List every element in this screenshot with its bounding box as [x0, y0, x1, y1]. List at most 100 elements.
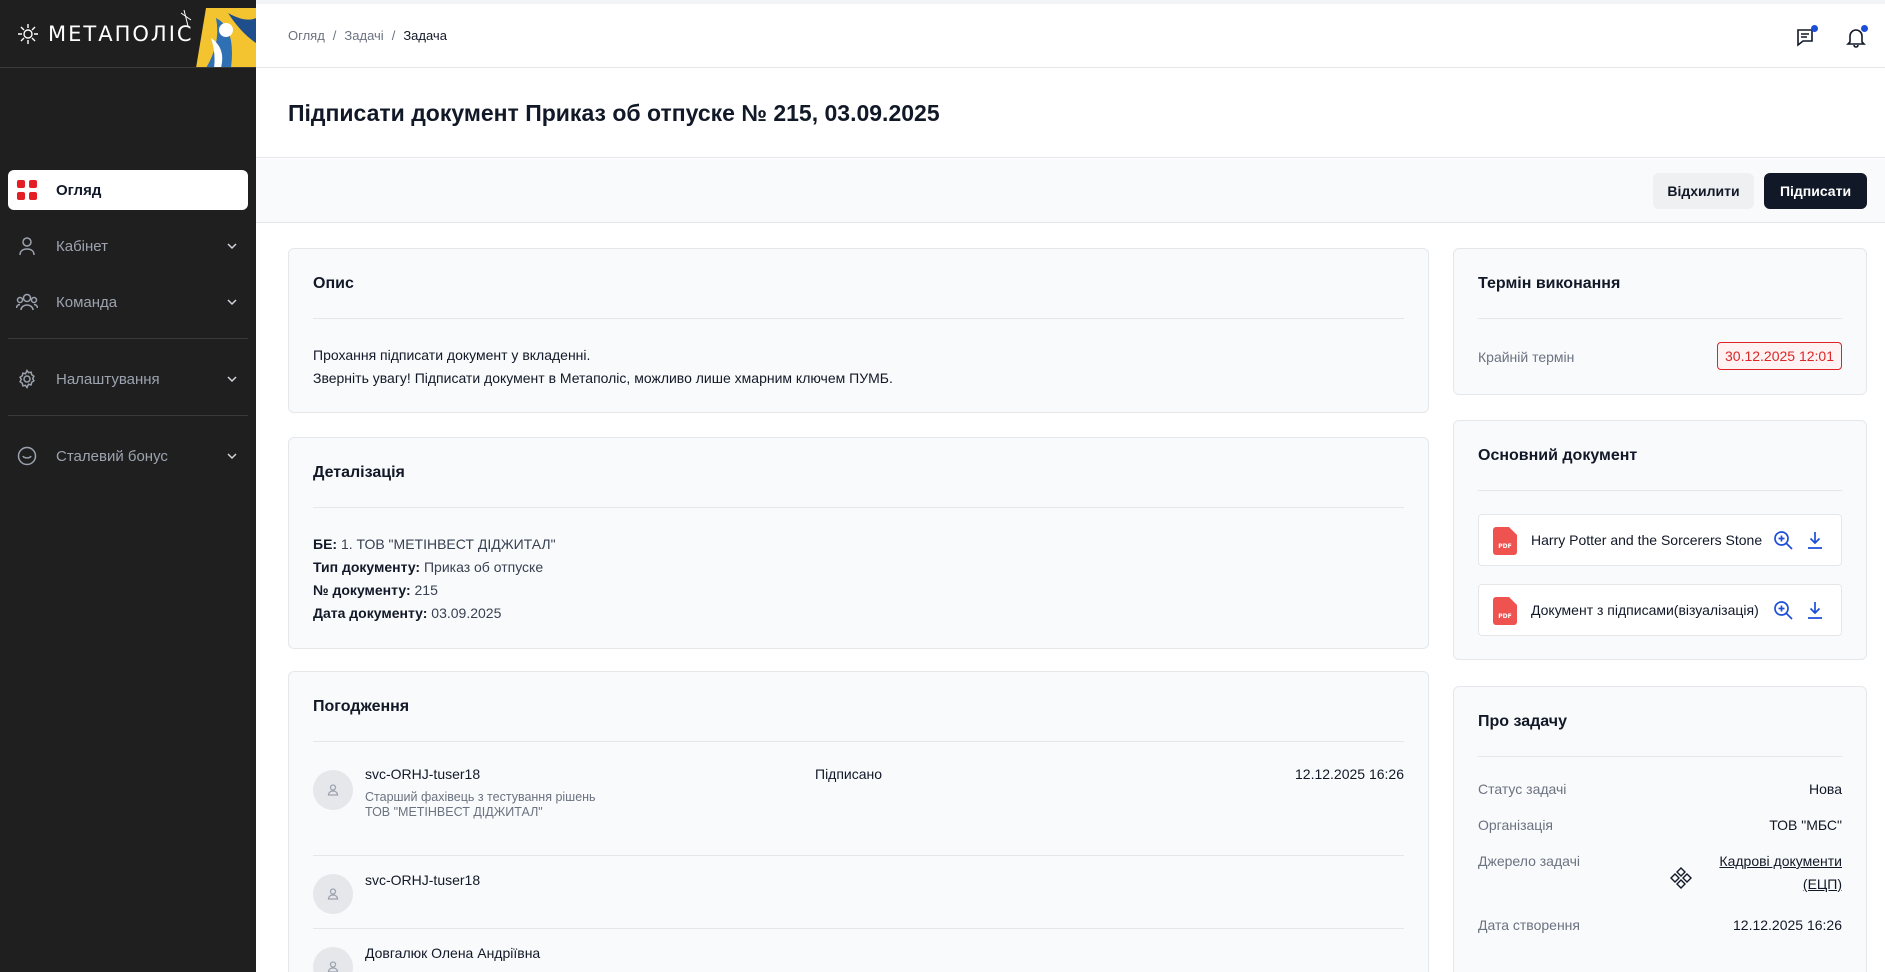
breadcrumb-item-tasks[interactable]: Задачі — [344, 28, 383, 43]
zoom-in-icon[interactable] — [1773, 530, 1793, 550]
main-content: Опис Прохання підписати документ у вклад… — [256, 224, 1885, 972]
description-text: Прохання підписати документ у вкладенні.… — [313, 344, 893, 390]
logo-text: МЕТАПОЛІС — [48, 22, 194, 46]
chevron-down-icon — [227, 243, 237, 250]
notification-dot — [1861, 25, 1868, 32]
nav-divider — [8, 338, 248, 339]
detail-row: Тип документу: Приказ об отпуске — [313, 556, 556, 579]
approver-org: ТОВ "МЕТІНВЕСТ ДІДЖИТАЛ" — [365, 805, 543, 819]
svg-text:PDF: PDF — [1498, 613, 1511, 620]
sidebar-item-label: Налаштування — [56, 370, 160, 388]
sidebar-item-team[interactable]: Команда — [8, 282, 248, 322]
users-icon — [16, 291, 38, 313]
detail-value: 1. ТОВ "МЕТІНВЕСТ ДІДЖИТАЛ" — [340, 536, 556, 552]
logo[interactable]: МЕТАПОЛІС — [16, 22, 194, 46]
sidebar-item-label: Сталевий бонус — [56, 447, 168, 465]
chevron-down-icon — [227, 453, 237, 460]
approval-row: svc-ORHJ-tuser18 Старший фахівець з тест… — [313, 766, 1404, 856]
source-link[interactable]: Кадрові документи (ЕЦП) — [1719, 850, 1842, 896]
sidebar-item-cabinet[interactable]: Кабінет — [8, 226, 248, 266]
main-document-card: Основний документ PDF Harry Potter and t… — [1453, 420, 1867, 660]
sidebar-item-label: Огляд — [56, 181, 102, 199]
approval-row: Довгалюк Олена Андріївна — [313, 929, 1404, 972]
notifications-button[interactable] — [1845, 25, 1868, 48]
divider — [1478, 490, 1842, 491]
approvals-card: Погодження svc-ORHJ-tuser18 Старший фахі… — [288, 671, 1429, 972]
approver-position: Старший фахівець з тестування рішень ТОВ… — [365, 790, 596, 820]
approval-date: 12.12.2025 16:26 — [1295, 766, 1404, 782]
logo-mark-icon — [18, 24, 38, 44]
divider — [313, 507, 1404, 508]
bonus-icon — [16, 445, 38, 467]
page-title: Підписати документ Приказ об отпуске № 2… — [288, 100, 940, 126]
download-icon[interactable] — [1805, 530, 1825, 550]
organization-value: ТОВ "МБС" — [1769, 817, 1842, 833]
card-title: Деталізація — [313, 464, 405, 481]
card-title: Термін виконання — [1478, 275, 1621, 292]
sidebar-item-label: Команда — [56, 293, 118, 311]
sidebar-nav: Огляд Кабінет Команда Налаштування Стале… — [0, 170, 256, 492]
reject-button[interactable]: Відхилити — [1653, 173, 1754, 209]
source-link-line: (ЕЦП) — [1802, 876, 1842, 892]
top-icons — [1795, 25, 1868, 48]
zoom-in-icon[interactable] — [1773, 600, 1793, 620]
source-app-icon — [1670, 867, 1692, 889]
detail-value: Приказ об отпуске — [423, 559, 544, 575]
pdf-icon: PDF — [1493, 597, 1517, 625]
approval-row: svc-ORHJ-tuser18 — [313, 856, 1404, 929]
divider — [313, 318, 1404, 319]
detail-row: № документу: 215 — [313, 579, 556, 602]
grid-icon — [16, 179, 38, 201]
topbar: Огляд / Задачі / Задача — [256, 0, 1885, 68]
user-placeholder-icon — [327, 784, 339, 796]
card-title: Погодження — [313, 698, 410, 715]
divider — [313, 741, 1404, 742]
detail-label: № документу: — [313, 582, 411, 598]
sign-button[interactable]: Підписати — [1764, 173, 1867, 209]
details-card: Деталізація БЕ: 1. ТОВ "МЕТІНВЕСТ ДІДЖИТ… — [288, 437, 1429, 649]
svg-text:PDF: PDF — [1498, 543, 1511, 550]
messages-button[interactable] — [1795, 25, 1818, 48]
approver-name: svc-ORHJ-tuser18 — [365, 872, 481, 888]
approver-name: svc-ORHJ-tuser18 — [365, 766, 481, 782]
description-line: Зверніть увагу! Підписати документ в Мет… — [313, 370, 893, 386]
avatar — [313, 770, 353, 810]
deadline-card: Термін виконання Крайній термін 30.12.20… — [1453, 248, 1867, 395]
user-icon — [16, 235, 38, 257]
created-value: 12.12.2025 16:26 — [1733, 917, 1842, 933]
sidebar-header: МЕТАПОЛІС — [0, 0, 256, 68]
nav-divider — [8, 415, 248, 416]
breadcrumb-item-current: Задача — [403, 28, 447, 43]
download-icon[interactable] — [1805, 600, 1825, 620]
detail-label: Дата документу: — [313, 605, 428, 621]
sidebar-item-overview[interactable]: Огляд — [8, 170, 248, 210]
breadcrumb: Огляд / Задачі / Задача — [288, 28, 447, 43]
notification-dot — [1811, 25, 1818, 32]
document-name[interactable]: Документ з підписами(візуалізація) — [1531, 602, 1763, 618]
document-name[interactable]: Harry Potter and the Sorcerers Stone — [1531, 532, 1763, 548]
chevron-down-icon — [227, 376, 237, 383]
divider — [1478, 318, 1842, 319]
detail-value: 03.09.2025 — [431, 605, 502, 621]
organization-label: Організація — [1478, 817, 1554, 833]
actions-bar: Відхилити Підписати — [256, 159, 1885, 223]
document-item[interactable]: PDF Документ з підписами(візуалізація) — [1478, 584, 1842, 636]
approver-name: Довгалюк Олена Андріївна — [365, 945, 541, 961]
ukraine-art-icon — [180, 8, 256, 67]
detail-row: БЕ: 1. ТОВ "МЕТІНВЕСТ ДІДЖИТАЛ" — [313, 533, 556, 556]
breadcrumb-item-overview[interactable]: Огляд — [288, 28, 325, 43]
card-title: Основний документ — [1478, 447, 1638, 464]
detail-value: 215 — [414, 582, 438, 598]
document-item[interactable]: PDF Harry Potter and the Sorcerers Stone — [1478, 514, 1842, 566]
description-line: Прохання підписати документ у вкладенні. — [313, 347, 591, 363]
chevron-down-icon — [227, 299, 237, 306]
detail-row: Дата документу: 03.09.2025 — [313, 602, 556, 625]
page-header: Підписати документ Приказ об отпуске № 2… — [256, 68, 1885, 158]
source-label: Джерело задачі — [1478, 853, 1580, 869]
sidebar: МЕТАПОЛІС Огляд Кабінет Команда Налаштув… — [0, 0, 256, 972]
sidebar-item-settings[interactable]: Налаштування — [8, 359, 248, 399]
sidebar-item-steel-bonus[interactable]: Сталевий бонус — [8, 436, 248, 476]
created-label: Дата створення — [1478, 917, 1580, 933]
about-task-card: Про задачу Статус задачі Нова Організаці… — [1453, 686, 1867, 972]
user-placeholder-icon — [327, 961, 339, 972]
